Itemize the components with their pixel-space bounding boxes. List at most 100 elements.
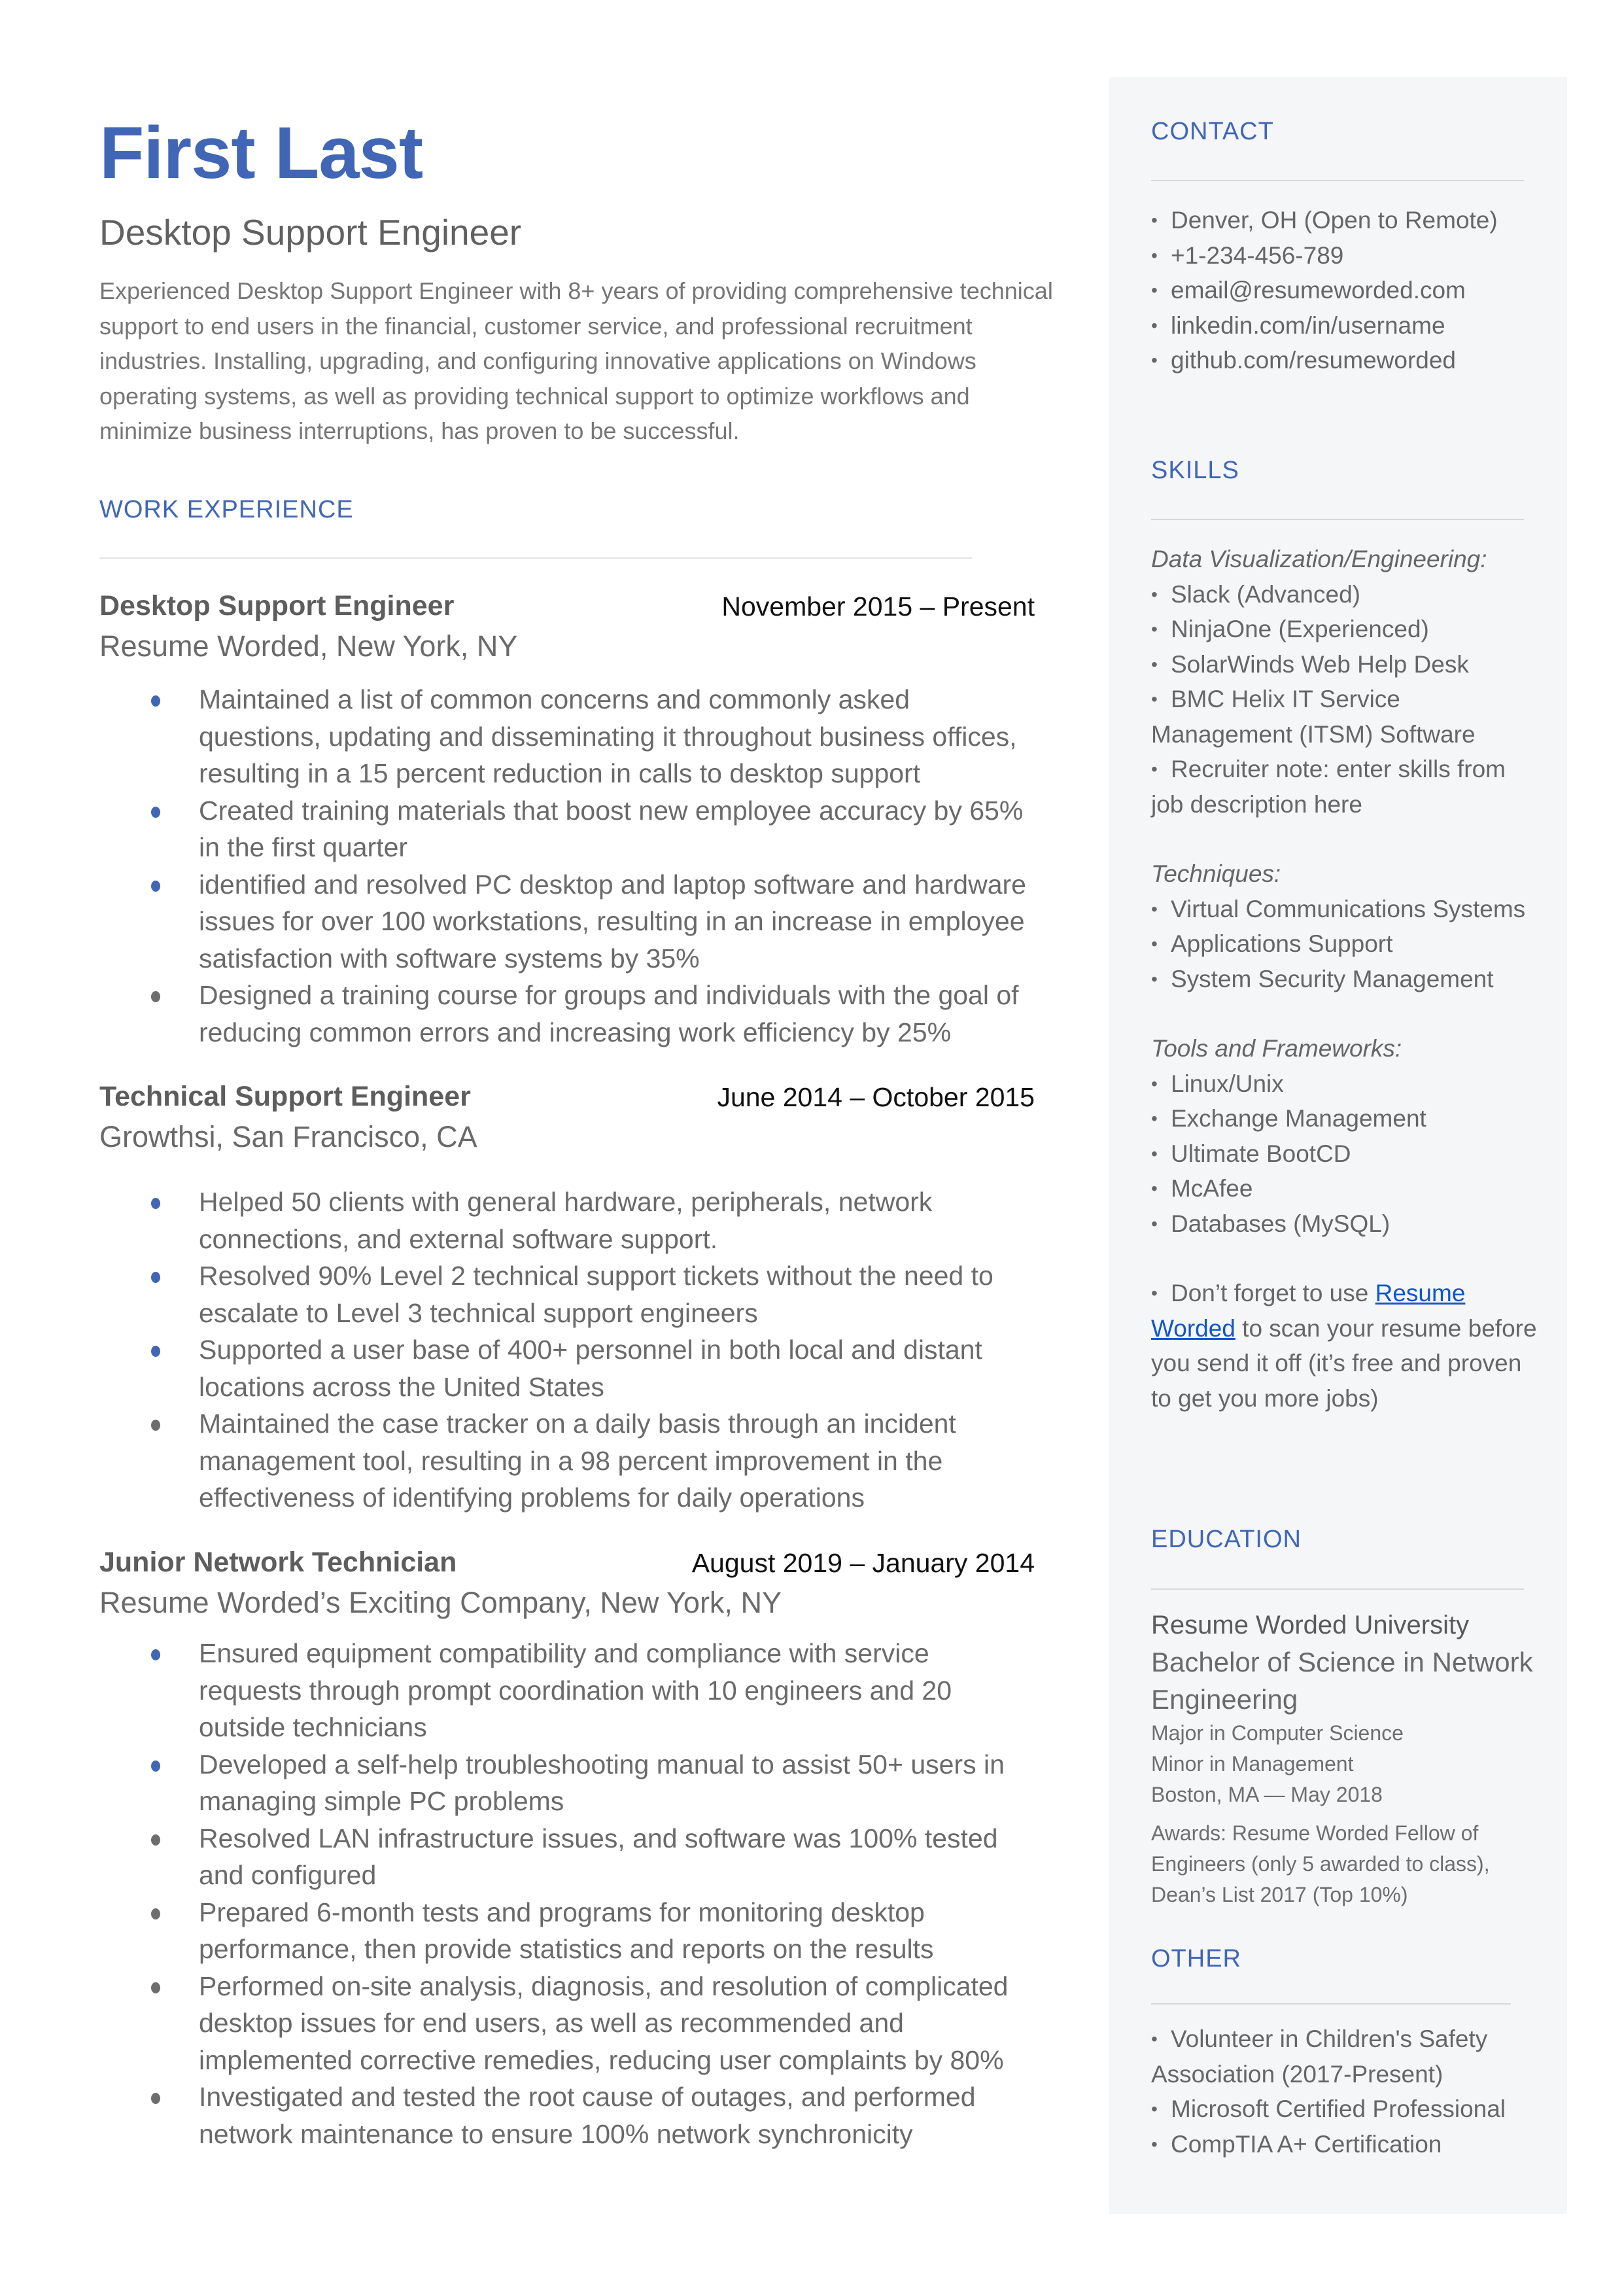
job-company: Growthsi, San Francisco, CA (99, 1120, 477, 1153)
section-divider (1151, 1588, 1524, 1590)
skill-item: Ultimate BootCD (1151, 1136, 1544, 1172)
job-bullet: Resolved LAN infrastructure issues, and … (99, 1820, 1041, 1894)
skill-category: Tools and Frameworks: (1151, 1035, 1402, 1062)
job-bullet: Maintained a list of common concerns and… (99, 681, 1041, 792)
section-divider (99, 557, 972, 559)
bullet-dot-icon (151, 880, 160, 892)
bullet-line: network maintenance to ensure 100% netwo… (199, 2118, 913, 2149)
bullet-dot-icon (151, 695, 160, 707)
bullet-line: requests through prompt coordination wit… (199, 1675, 952, 1706)
bullet-line: outside technicians (199, 1712, 427, 1742)
bullet-line: reducing common errors and increasing wo… (199, 1017, 952, 1047)
bullet-line: in the first quarter (199, 832, 408, 862)
skills-heading: SKILLS (1151, 457, 1239, 484)
skill-item: McAfee (1151, 1171, 1544, 1206)
bullet-dot-icon (151, 1908, 160, 1919)
contact-phone: +1-234-456-789 (1151, 238, 1544, 273)
skill-item: Databases (MySQL) (1151, 1206, 1544, 1242)
resume-tip: Don’t forget to use Resume Worded to sca… (1151, 1276, 1544, 1416)
education-school: Resume Worded University (1151, 1611, 1470, 1639)
bullet-line: Maintained a list of common concerns and… (199, 684, 910, 714)
bullet-line: Ensured equipment compatibility and comp… (199, 1638, 929, 1668)
education-major: Major in Computer Science (1151, 1721, 1404, 1745)
bullet-line: Resolved 90% Level 2 technical support t… (199, 1261, 993, 1291)
other-heading: OTHER (1151, 1945, 1241, 1972)
job-bullet: Helped 50 clients with general hardware,… (99, 1183, 1041, 1257)
summary-line: Experienced Desktop Support Engineer wit… (99, 277, 1053, 304)
job-bullet: Developed a self-help troubleshooting ma… (99, 1746, 1041, 1820)
bullet-dot-icon (151, 991, 160, 1002)
job-dates: August 2019 – January 2014 (691, 1548, 1035, 1578)
bullet-line: Resolved LAN infrastructure issues, and … (199, 1823, 998, 1853)
job-title: Desktop Support Engineer (99, 590, 455, 622)
education-location-date: Boston, MA — May 2018 (1151, 1782, 1383, 1806)
bullet-line: and configured (199, 1860, 377, 1890)
contact-linkedin[interactable]: linkedin.com/in/username (1151, 308, 1544, 343)
section-divider (1151, 180, 1524, 181)
job-company: Resume Worded, New York, NY (99, 629, 518, 663)
candidate-name: First Last (99, 112, 423, 194)
other-list: Volunteer in Children's Safety Associati… (1151, 2022, 1544, 2162)
bullet-line: Maintained the case tracker on a daily b… (199, 1409, 956, 1439)
job-bullets: Helped 50 clients with general hardware,… (99, 1183, 1041, 1516)
job-bullet: Supported a user base of 400+ personnel … (99, 1331, 1041, 1405)
bullet-line: issues for over 100 workstations, result… (199, 906, 1025, 936)
other-item: Volunteer in Children's Safety Associati… (1151, 2022, 1544, 2092)
bullet-dot-icon (151, 2093, 160, 2104)
bullet-line: resulting in a 15 percent reduction in c… (199, 758, 921, 788)
bullet-line: Supported a user base of 400+ personnel … (199, 1335, 982, 1365)
bullet-dot-icon (151, 1272, 160, 1283)
skill-item: SolarWinds Web Help Desk (1151, 647, 1544, 682)
education-degree: Bachelor of Science in Network Engineeri… (1151, 1646, 1533, 1715)
bullet-line: Developed a self-help troubleshooting ma… (199, 1749, 1005, 1779)
bullet-line: Created training materials that boost ne… (199, 795, 1024, 826)
skill-item: Recruiter note: enter skills from job de… (1151, 752, 1544, 822)
job-bullet: Performed on-site analysis, diagnosis, a… (99, 1968, 1041, 2079)
job-bullet: Prepared 6-month tests and programs for … (99, 1894, 1041, 1968)
contact-github[interactable]: github.com/resumeworded (1151, 343, 1544, 378)
bullet-dot-icon (151, 1420, 160, 1431)
bullet-line: effectiveness of identifying problems fo… (199, 1482, 865, 1513)
tip-prefix: Don’t forget to use (1171, 1280, 1375, 1306)
skill-item: System Security Management (1151, 962, 1544, 997)
bullet-line: escalate to Level 3 technical support en… (199, 1297, 758, 1328)
bullet-line: managing simple PC problems (199, 1786, 564, 1816)
job-bullets: Ensured equipment compatibility and comp… (99, 1635, 1041, 2152)
skill-item: Virtual Communications Systems (1151, 892, 1544, 927)
work-experience-heading: WORK EXPERIENCE (99, 496, 354, 523)
job-bullet: Investigated and tested the root cause o… (99, 2078, 1041, 2152)
summary-line: operating systems, as well as providing … (99, 382, 970, 410)
contact-list: Denver, OH (Open to Remote) +1-234-456-7… (1151, 203, 1544, 378)
bullet-line: Investigated and tested the root cause o… (199, 2082, 976, 2112)
bullet-dot-icon (151, 1760, 160, 1772)
bullet-line: Prepared 6-month tests and programs for … (199, 1897, 925, 1927)
bullet-line: locations across the United States (199, 1371, 604, 1402)
skill-category: Data Visualization/Engineering: (1151, 546, 1487, 572)
sidebar: CONTACT Denver, OH (Open to Remote) +1-2… (1109, 77, 1567, 2214)
education-awards: Awards: Resume Worded Fellow of Engineer… (1151, 1821, 1490, 1906)
education-block: Resume Worded University Bachelor of Sci… (1151, 1608, 1544, 1910)
bullet-line: performance, then provide statistics and… (199, 1934, 934, 1964)
job-bullet: identified and resolved PC desktop and l… (99, 866, 1041, 977)
summary-line: minimize business interruptions, has pro… (99, 417, 740, 444)
education-minor: Minor in Management (1151, 1751, 1354, 1776)
section-divider (1151, 519, 1524, 520)
job-bullet: Created training materials that boost ne… (99, 792, 1041, 866)
bullet-line: Designed a training course for groups an… (199, 980, 1019, 1010)
job-dates: June 2014 – October 2015 (717, 1082, 1035, 1112)
other-item: CompTIA A+ Certification (1151, 2127, 1544, 2162)
contact-email[interactable]: email@resumeworded.com (1151, 273, 1544, 308)
other-item: Microsoft Certified Professional (1151, 2092, 1544, 2127)
bullet-dot-icon (151, 1834, 160, 1846)
bullet-dot-icon (151, 1346, 160, 1357)
job-title: Junior Network Technician (99, 1547, 457, 1578)
skills-list: Data Visualization/Engineering: Slack (Ad… (1151, 542, 1544, 1416)
skill-item: Exchange Management (1151, 1101, 1544, 1136)
bullet-dot-icon (151, 806, 160, 818)
job-bullets: Maintained a list of common concerns and… (99, 681, 1041, 1051)
skill-item: Slack (Advanced) (1151, 577, 1544, 612)
bullet-line: implemented corrective remedies, reducin… (199, 2044, 1004, 2075)
job-bullet: Maintained the case tracker on a daily b… (99, 1405, 1041, 1516)
summary-line: industries. Installing, upgrading, and c… (99, 347, 976, 374)
education-heading: EDUCATION (1151, 1526, 1302, 1553)
